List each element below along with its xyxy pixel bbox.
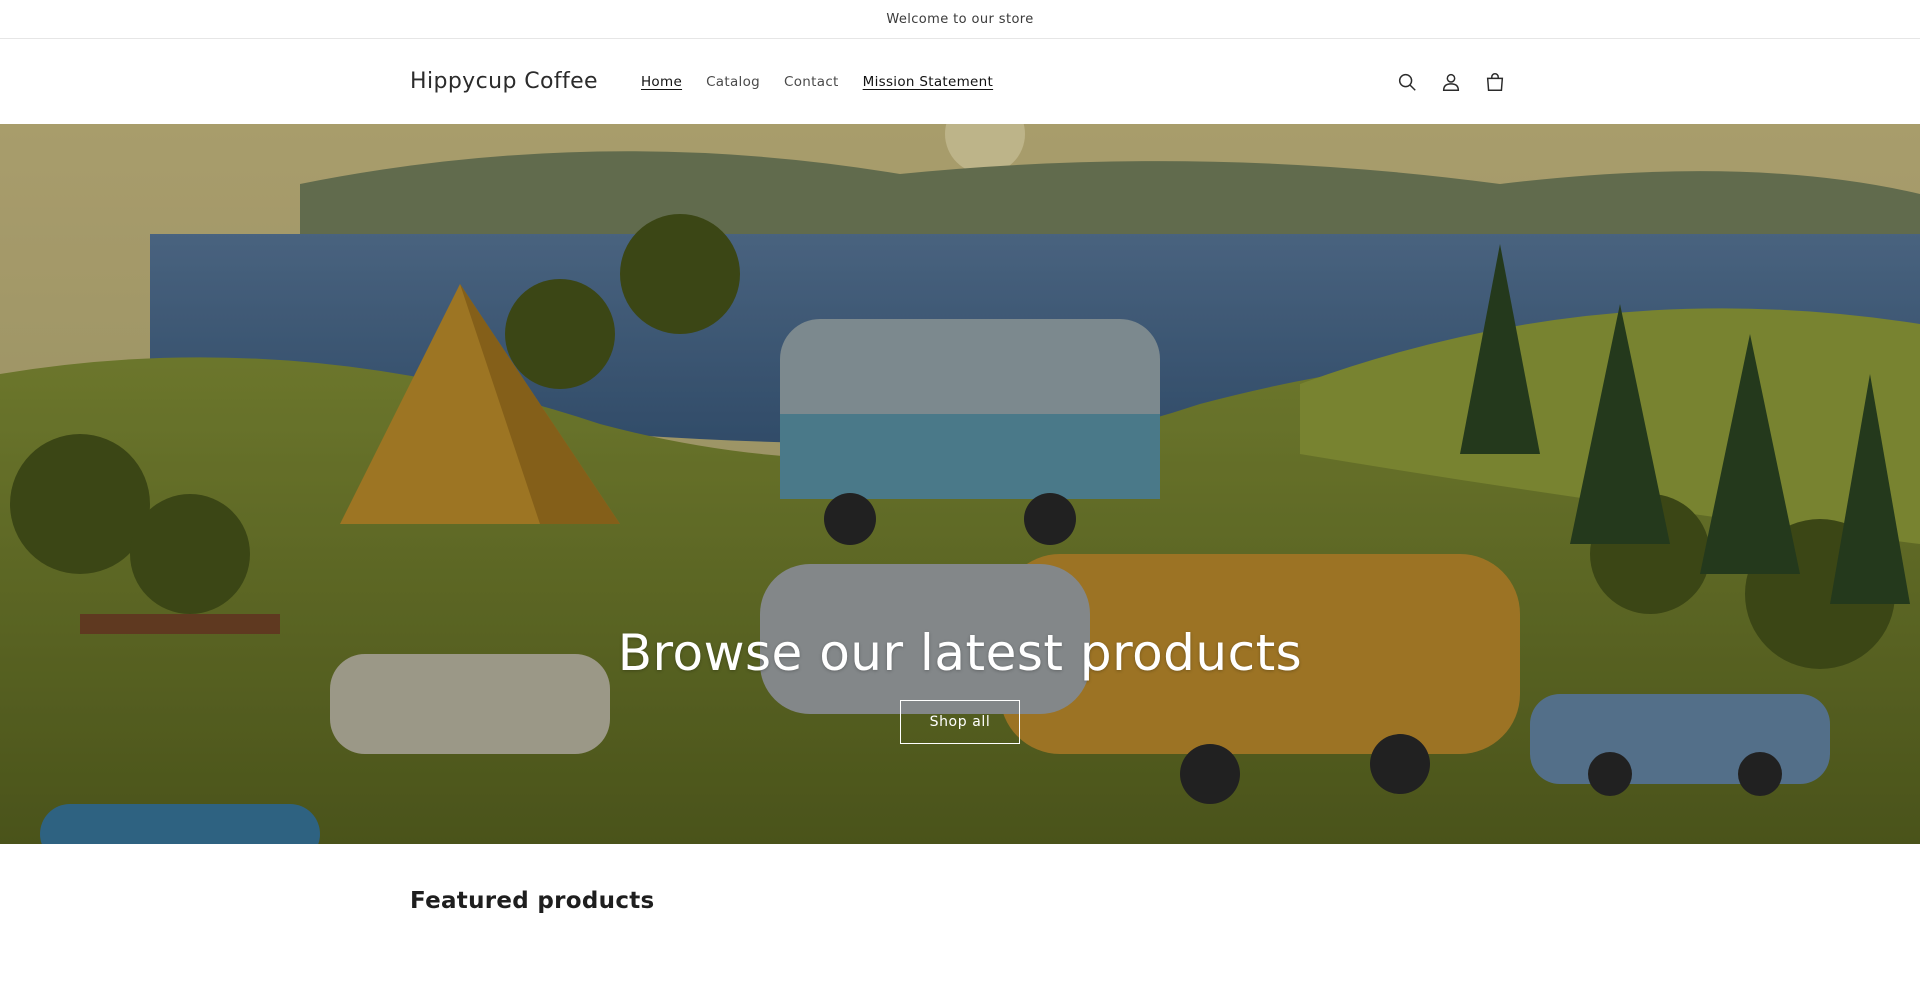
featured-products-heading: Featured products (410, 888, 655, 914)
brand-logo[interactable]: Hippycup Coffee (410, 69, 598, 94)
account-icon[interactable] (1436, 67, 1466, 97)
header-icons (1392, 67, 1510, 97)
search-icon[interactable] (1392, 67, 1422, 97)
main-nav: Home Catalog Contact Mission Statement (629, 68, 1005, 96)
site-header: Hippycup Coffee Home Catalog Contact Mis… (0, 39, 1920, 124)
nav-mission-statement[interactable]: Mission Statement (851, 68, 1005, 96)
nav-catalog[interactable]: Catalog (694, 68, 772, 96)
hero-content: Browse our latest products Shop all (0, 624, 1920, 744)
cart-icon[interactable] (1480, 67, 1510, 97)
header-inner: Hippycup Coffee Home Catalog Contact Mis… (410, 39, 1510, 124)
hero-banner: Browse our latest products Shop all (0, 124, 1920, 844)
nav-contact[interactable]: Contact (772, 68, 851, 96)
hero-title: Browse our latest products (617, 624, 1303, 682)
shop-all-button[interactable]: Shop all (899, 700, 1021, 744)
nav-home[interactable]: Home (629, 68, 694, 96)
announcement-text: Welcome to our store (886, 11, 1034, 27)
announcement-bar: Welcome to our store (0, 0, 1920, 39)
